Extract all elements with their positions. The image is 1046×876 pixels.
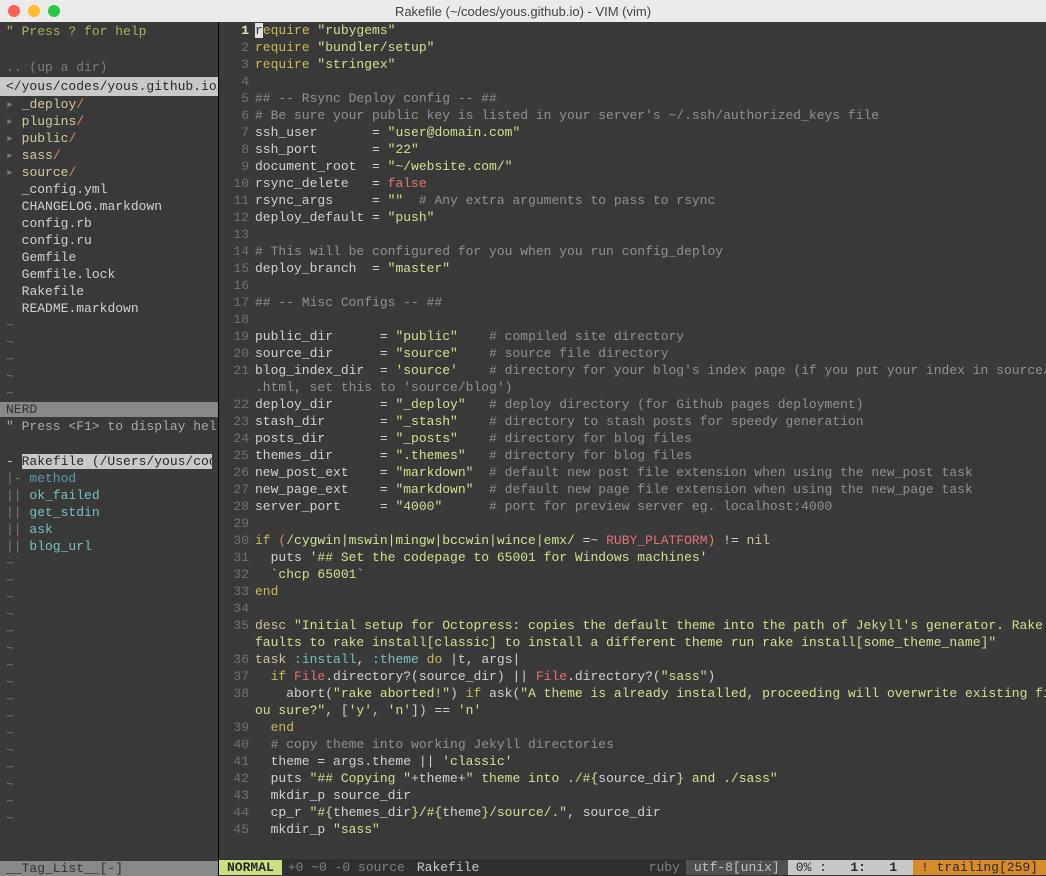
code-line[interactable]: 37 if File.directory?(source_dir) || Fil… [219,668,1046,685]
code-line[interactable]: 40 # copy theme into working Jekyll dire… [219,736,1046,753]
nerdtree-dir-source[interactable]: ▸ source/ [6,164,212,181]
code-line[interactable]: 20source_dir = "source" # source file di… [219,345,1046,362]
code-line[interactable]: faults to rake install[classic] to insta… [219,634,1046,651]
code-line[interactable]: 24posts_dir = "_posts" # directory for b… [219,430,1046,447]
code-line[interactable]: 13 [219,226,1046,243]
code-line[interactable]: 26new_post_ext = "markdown" # default ne… [219,464,1046,481]
code-line[interactable]: 31 puts '## Set the codepage to 65001 fo… [219,549,1046,566]
code-line[interactable]: 25themes_dir = ".themes" # directory for… [219,447,1046,464]
code-line[interactable]: 27new_page_ext = "markdown" # default ne… [219,481,1046,498]
nerdtree-file[interactable]: ▸ Gemfile.lock [6,266,212,283]
code-line[interactable]: 39 end [219,719,1046,736]
code-line[interactable]: 23stash_dir = "_stash" # directory to st… [219,413,1046,430]
nerdtree-file[interactable]: ▸ Rakefile [6,283,212,300]
code-line[interactable]: 41 theme = args.theme || 'classic' [219,753,1046,770]
nerdtree-dir-_deploy[interactable]: ▸ _deploy/ [6,96,212,113]
editor[interactable]: 1require "rubygems"2require "bundler/set… [218,22,1046,876]
code-line[interactable]: 15deploy_branch = "master" [219,260,1046,277]
taglist-group: method [29,471,76,486]
taglist-file: Rakefile (/Users/yous/codes [22,454,212,469]
taglist-item[interactable]: || ask [6,521,212,538]
code-line[interactable]: 8ssh_port = "22" [219,141,1046,158]
nerdtree-file[interactable]: ▸ CHANGELOG.markdown [6,198,212,215]
code-line[interactable]: 14# This will be configured for you when… [219,243,1046,260]
code-line[interactable]: 12deploy_default = "push" [219,209,1046,226]
taglist-status: __Tag_List__[-] [0,861,218,876]
code-line[interactable]: 30if (/cygwin|mswin|mingw|bccwin|wince|e… [219,532,1046,549]
nerdtree-dir-public[interactable]: ▸ public/ [6,130,212,147]
nerdtree-file[interactable]: ▸ config.rb [6,215,212,232]
taglist-item[interactable]: || get_stdin [6,504,212,521]
nerdtree-file[interactable]: ▸ _config.yml [6,181,212,198]
code-line[interactable]: 10rsync_delete = false [219,175,1046,192]
nerdtree-help: " Press ? for help [0,22,218,41]
code-line[interactable]: 35desc "Initial setup for Octopress: cop… [219,617,1046,634]
code-area[interactable]: 1require "rubygems"2require "bundler/set… [219,22,1046,859]
nerdtree-file[interactable]: ▸ config.ru [6,232,212,249]
code-line[interactable]: ou sure?", ['y', 'n']) == 'n' [219,702,1046,719]
code-line[interactable]: 4 [219,73,1046,90]
code-line[interactable]: 1require "rubygems" [219,22,1046,39]
code-line[interactable]: 38 abort("rake aborted!") if ask("A them… [219,685,1046,702]
code-line[interactable]: 45 mkdir_p "sass" [219,821,1046,838]
nerdtree-updir[interactable]: .. (up a dir) [0,58,218,77]
filetype: ruby [643,860,686,875]
code-line[interactable]: 43 mkdir_p source_dir [219,787,1046,804]
nerdtree-dir-plugins[interactable]: ▸ plugins/ [6,113,212,130]
code-line[interactable]: 22deploy_dir = "_deploy" # deploy direct… [219,396,1046,413]
code-line[interactable]: 33end [219,583,1046,600]
git-status: +0 ~0 -0 source [282,860,411,875]
code-line[interactable]: 11rsync_args = "" # Any extra arguments … [219,192,1046,209]
code-line[interactable]: 44 cp_r "#{themes_dir}/#{theme}/source/.… [219,804,1046,821]
statusbar: NORMAL +0 ~0 -0 source Rakefile ruby utf… [219,859,1046,876]
code-line[interactable]: 29 [219,515,1046,532]
code-line[interactable]: 18 [219,311,1046,328]
code-line[interactable]: 16 [219,277,1046,294]
code-line[interactable]: 5## -- Rsync Deploy config -- ## [219,90,1046,107]
taglist-item[interactable]: || blog_url [6,538,212,555]
code-line[interactable]: .html, set this to 'source/blog') [219,379,1046,396]
cursor-position: 0% : 1: 1 [788,860,913,875]
filename: Rakefile [411,860,485,875]
window-title: Rakefile (~/codes/yous.github.io) - VIM … [0,4,1046,19]
nerdtree-root-path[interactable]: </yous/codes/yous.github.io/ [0,77,218,96]
encoding: utf-8[unix] [686,860,788,875]
nerdtree-file[interactable]: ▸ Gemfile [6,249,212,266]
nerdtree[interactable]: ▸ _deploy/▸ plugins/▸ public/▸ sass/▸ so… [0,96,218,317]
code-line[interactable]: 21blog_index_dir = 'source' # directory … [219,362,1046,379]
code-line[interactable]: 32 `chcp 65001` [219,566,1046,583]
code-line[interactable]: 28server_port = "4000" # port for previe… [219,498,1046,515]
nerdtree-file[interactable]: ▸ README.markdown [6,300,212,317]
code-line[interactable]: 6# Be sure your public key is listed in … [219,107,1046,124]
code-line[interactable]: 7ssh_user = "user@domain.com" [219,124,1046,141]
titlebar: Rakefile (~/codes/yous.github.io) - VIM … [0,0,1046,22]
code-line[interactable]: 19public_dir = "public" # compiled site … [219,328,1046,345]
taglist[interactable]: - Rakefile (/Users/yous/codes |- method … [0,453,218,555]
code-line[interactable]: 34 [219,600,1046,617]
code-line[interactable]: 17## -- Misc Configs -- ## [219,294,1046,311]
sidebar: " Press ? for help .. (up a dir) </yous/… [0,22,218,876]
nerdtree-panel-label: NERD [0,402,218,417]
trailing-warning: ! trailing[259] [913,860,1046,875]
code-line[interactable]: 42 puts "## Copying "+theme+" theme into… [219,770,1046,787]
code-line[interactable]: 9document_root = "~/website.com/" [219,158,1046,175]
code-line[interactable]: 3require "stringex" [219,56,1046,73]
taglist-help: " Press <F1> to display hel [0,417,218,436]
vim-mode: NORMAL [219,860,282,875]
nerdtree-dir-sass[interactable]: ▸ sass/ [6,147,212,164]
taglist-item[interactable]: || ok_failed [6,487,212,504]
code-line[interactable]: 36task :install, :theme do |t, args| [219,651,1046,668]
code-line[interactable]: 2require "bundler/setup" [219,39,1046,56]
